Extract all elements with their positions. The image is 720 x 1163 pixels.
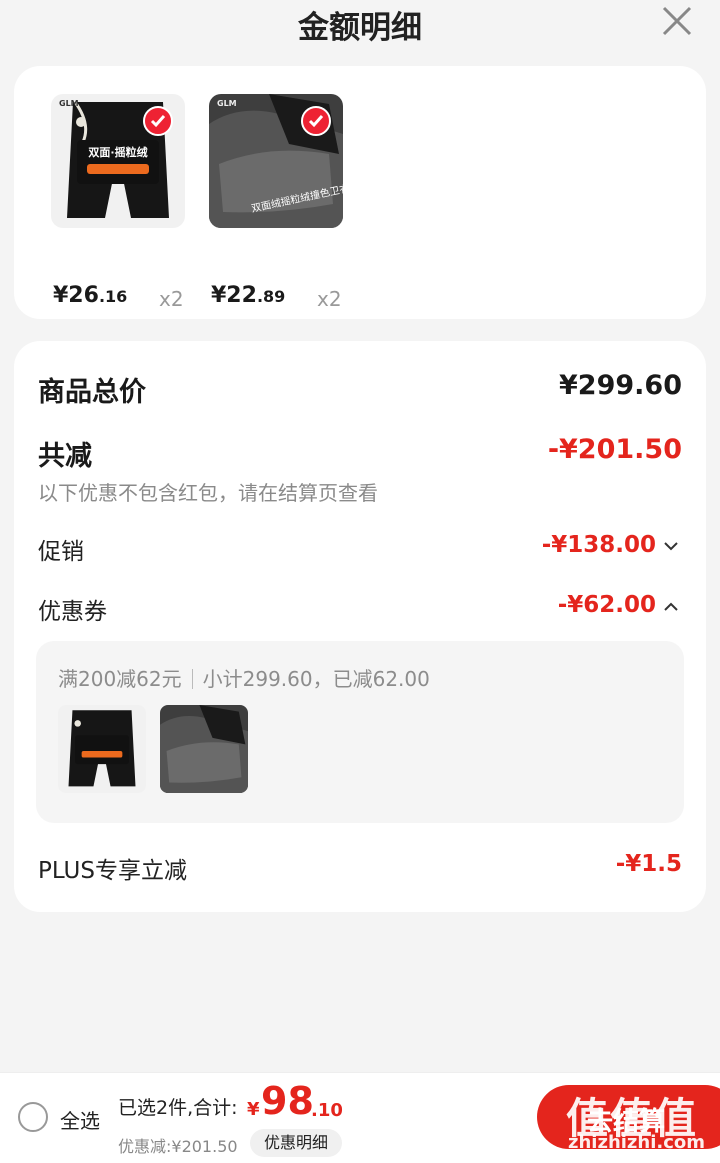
brand-logo: GLM xyxy=(217,99,237,108)
close-icon[interactable] xyxy=(660,4,694,38)
brand-logo: GLM xyxy=(59,99,79,108)
coupon-product-thumbnail xyxy=(160,705,248,793)
plus-discount-value: -¥1.5 xyxy=(615,851,682,877)
coupon-value: -¥62.00 xyxy=(557,592,656,618)
selection-summary: 已选2件,合计: xyxy=(118,1097,238,1119)
selected-check-icon[interactable] xyxy=(301,106,331,136)
watermark-url: zhizhizhi.com xyxy=(568,1132,706,1153)
product-price: ¥26.16 xyxy=(53,283,128,308)
selected-products-card: 双面·摇粒绒 GLM ¥26.16 x2 双面绒摇粒绒撞色卫衣 GLM ¥22.… xyxy=(14,66,706,319)
total-price-label: 商品总价 xyxy=(38,377,146,408)
product-price: ¥22.89 xyxy=(211,283,286,308)
promotion-value: -¥138.00 xyxy=(541,532,656,558)
discount-detail-button[interactable]: 优惠明细 xyxy=(250,1129,342,1157)
chevron-up-icon[interactable] xyxy=(664,602,678,611)
total-currency: ¥ xyxy=(247,1099,260,1120)
plus-discount-label: PLUS专享立减 xyxy=(38,858,187,884)
header: 金额明细 xyxy=(0,0,720,48)
promotion-label: 促销 xyxy=(38,539,84,565)
select-all-label[interactable]: 全选 xyxy=(60,1105,100,1134)
select-all-radio[interactable] xyxy=(18,1102,48,1132)
page-title: 金额明细 xyxy=(298,10,422,46)
total-price-value: ¥299.60 xyxy=(559,370,682,401)
price-details-card: 商品总价 ¥299.60 共减 -¥201.50 以下优惠不包含红包，请在结算页… xyxy=(14,341,706,912)
coupon-label: 优惠券 xyxy=(38,599,107,625)
discount-note: 以下优惠不包含红包，请在结算页查看 xyxy=(38,481,378,505)
coupon-rule-text: 满200减62元 小计299.60，已减62.00 xyxy=(58,667,430,691)
saved-amount: 优惠减:¥201.50 xyxy=(118,1137,238,1156)
product-quantity: x2 xyxy=(159,287,184,311)
total-amount-decimal: .10 xyxy=(311,1100,343,1121)
coupon-product-thumbnail xyxy=(58,705,146,793)
product-quantity: x2 xyxy=(317,287,342,311)
chevron-down-icon[interactable] xyxy=(664,542,678,551)
total-discount-label: 共减 xyxy=(38,441,92,472)
total-amount-integer: 98 xyxy=(261,1079,314,1123)
coupon-detail-panel: 满200减62元 小计299.60，已减62.00 xyxy=(36,641,684,823)
product-thumb-label: 双面·摇粒绒 xyxy=(88,145,147,159)
total-discount-value: -¥201.50 xyxy=(547,434,682,465)
selected-check-icon[interactable] xyxy=(143,106,173,136)
